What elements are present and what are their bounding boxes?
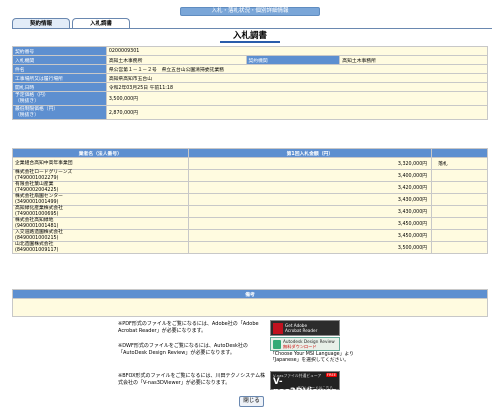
adobe-banner-text: Get Adobe Acrobat Reader — [285, 323, 318, 333]
autodesk-banner-download: 無料ダウンロード — [283, 344, 317, 349]
bidder-name: 株式会社高知緑地 (9490001001481) — [12, 217, 189, 230]
table-row — [12, 298, 488, 317]
bid-result — [431, 181, 488, 194]
table-row: 山北造園株式会社 (8490001009117) 3,500,000円 — [12, 241, 488, 254]
contract-no-value: 0200009301 — [105, 46, 489, 56]
table-row: 入交道路造園株式会社 (8490001000215) 3,450,000円 — [12, 229, 488, 242]
bid-amount: 3,500,000円 — [187, 241, 433, 254]
adobe-reader-banner[interactable]: Get Adobe Acrobat Reader — [270, 320, 340, 336]
pdf-plugin-note: ※PDF形式のファイルをご覧になるには、Adobe社の「Adobe Acroba… — [118, 321, 259, 334]
location-label: 工事場所又は履行場所 — [12, 73, 107, 83]
contract-no-label: 契約番号 — [12, 46, 107, 56]
table-header-row: 業者名（法人番号） 第1回入札金額（円） — [12, 148, 488, 158]
bid-date-label: 開札日時 — [12, 82, 107, 92]
bid-result — [431, 229, 488, 242]
bid-amount: 3,450,000円 — [187, 217, 433, 230]
amount-column-header: 第1回入札金額（円） — [187, 148, 433, 158]
page-header-banner: 入札・落札状況・個別詳細情報 — [180, 7, 320, 16]
case-name-label: 件名 — [12, 64, 107, 74]
close-button[interactable]: 閉じる — [239, 396, 264, 407]
vnas-banner-download: ダウンロードはこちら — [297, 386, 333, 390]
table-row: 高知緑化産業株式会社 (7490001000695) 3,430,000円 — [12, 205, 488, 218]
location-value: 高知県高知市五台山 — [105, 73, 489, 83]
table-row: 最低制限価格（円） （税抜き） 2,870,000円 — [12, 105, 489, 120]
case-name-value: 県公営第１－１－２号 県立五台山公園清掃委託業務 — [105, 64, 489, 74]
min-price-value: 2,870,000円 — [105, 105, 489, 120]
bid-result — [431, 193, 488, 206]
contract-org-label: 契約機関 — [245, 55, 341, 65]
notes-value — [12, 298, 488, 317]
bid-amount: 3,430,000円 — [187, 205, 433, 218]
bid-result — [431, 169, 488, 182]
autodesk-banner-text: Autodesk Design Review 無料ダウンロード — [283, 339, 335, 349]
table-row: 株式会社高知緑地 (9490001001481) 3,450,000円 — [12, 217, 488, 230]
bidder-column-header: 業者名（法人番号） — [12, 148, 189, 158]
autodesk-language-note: 「Choose Your MSI Language」より「Japanese」を選… — [270, 352, 354, 363]
table-header-row: 備考 — [12, 289, 488, 299]
table-row: 企業組合高知中高年事業団 3,320,000円 落札 — [12, 157, 488, 170]
dwf-plugin-note: ※DWF形式のファイルをご覧になるには、AutoDesk社の「AutoDesk … — [118, 343, 248, 356]
bid-result — [431, 205, 488, 218]
bidder-name: 山北造園株式会社 (8490001009117) — [12, 241, 189, 254]
min-price-label: 最低制限価格（円） （税抜き） — [12, 105, 107, 120]
bidder-name: 株式会社ロードグリーンズ (7490001002279) — [12, 169, 189, 182]
bid-result — [431, 241, 488, 254]
bid-amount: 3,400,000円 — [187, 169, 433, 182]
bidder-name: 入交道路造園株式会社 (8490001000215) — [12, 229, 189, 242]
vnas3dviewer-banner[interactable]: V-nasファイル共通ビューア FREE V-nas3DViewer ダウンロー… — [270, 371, 340, 397]
tab-bar: 契約情報 入札調書 — [12, 18, 492, 29]
bid-result — [431, 217, 488, 230]
table-row: 予定価格（円） （税抜き） 3,500,000円 — [12, 91, 489, 106]
autodesk-design-review-banner[interactable]: Autodesk Design Review 無料ダウンロード — [270, 337, 340, 351]
page-title: 入札調書 — [220, 30, 280, 43]
contract-org-value: 高知土木事務所 — [339, 55, 488, 65]
table-row: 件名 県公営第１－１－２号 県立五台山公園清掃委託業務 — [12, 64, 489, 74]
bid-amount: 3,320,000円 — [187, 157, 433, 170]
table-row: 有限会社葉山産業 (7490002004225) 3,420,000円 — [12, 181, 488, 194]
bid-amount: 3,420,000円 — [187, 181, 433, 194]
bid-results-table: 業者名（法人番号） 第1回入札金額（円） 企業組合高知中高年事業団 3,320,0… — [12, 148, 488, 254]
table-row: 工事場所又は履行場所 高知県高知市五台山 — [12, 73, 489, 83]
result-column-header — [431, 148, 488, 158]
adobe-acrobat-icon — [273, 323, 283, 334]
planned-price-value: 3,500,000円 — [105, 91, 489, 106]
bid-result: 落札 — [431, 157, 488, 170]
bidder-name: 有限会社葉山産業 (7490002004225) — [12, 181, 189, 194]
table-row: 入札機関 高知土木事務所 契約機関 高知土木事務所 — [12, 55, 488, 65]
bid-date-value: 令和2年03月25日 午前11:18 — [105, 82, 489, 92]
notes-table: 備考 — [12, 289, 488, 317]
table-row: 契約番号 0200009301 — [12, 46, 489, 56]
ordering-org-label: 入札機関 — [12, 55, 107, 65]
bid-amount: 3,450,000円 — [187, 229, 433, 242]
ordering-org-value: 高知土木事務所 — [105, 55, 247, 65]
tab-divider — [12, 28, 492, 29]
table-row: 株式会社扇園センター (3490001001499) 3,430,000円 — [12, 193, 488, 206]
bidder-name: 株式会社扇園センター (3490001001499) — [12, 193, 189, 206]
autodesk-icon — [273, 340, 281, 349]
bfox-plugin-note: ※BFOX形式のファイルをご覧になるには、川田テクノシステム株式会社の「V-na… — [118, 373, 266, 386]
notes-header: 備考 — [12, 289, 488, 299]
bidder-name: 高知緑化産業株式会社 (7490001000695) — [12, 205, 189, 218]
bidder-name: 企業組合高知中高年事業団 — [12, 157, 189, 170]
bid-amount: 3,430,000円 — [187, 193, 433, 206]
table-row: 株式会社ロードグリーンズ (7490001002279) 3,400,000円 — [12, 169, 488, 182]
contract-info-table: 契約番号 0200009301 入札機関 高知土木事務所 契約機関 高知土木事務… — [12, 46, 489, 120]
table-row: 開札日時 令和2年03月25日 午前11:18 — [12, 82, 489, 92]
planned-price-label: 予定価格（円） （税抜き） — [12, 91, 107, 106]
